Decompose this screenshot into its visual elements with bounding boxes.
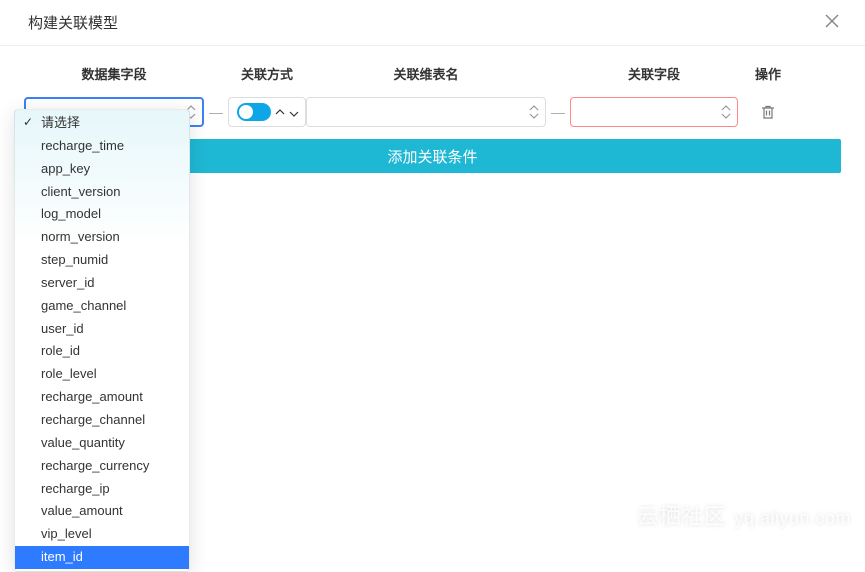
trash-icon bbox=[760, 108, 776, 123]
dropdown-item-label: item_id bbox=[41, 549, 83, 564]
watermark: 云栖社区 yq.aliyun.com bbox=[636, 499, 851, 531]
col-header-action: 操作 bbox=[738, 64, 798, 83]
dropdown-item-label: recharge_time bbox=[41, 138, 124, 153]
col-header-table: 关联维表名 bbox=[306, 64, 546, 83]
dropdown-item-label: recharge_amount bbox=[41, 389, 143, 404]
dropdown-item-label: log_model bbox=[41, 206, 101, 221]
columns-header: 数据集字段 关联方式 关联维表名 关联字段 操作 bbox=[24, 64, 841, 83]
dropdown-item[interactable]: recharge_amount bbox=[15, 386, 189, 409]
toggle-switch bbox=[237, 103, 271, 121]
dropdown-item[interactable]: recharge_channel bbox=[15, 409, 189, 432]
dropdown-item-label: recharge_currency bbox=[41, 458, 149, 473]
dropdown-item[interactable]: vip_level bbox=[15, 523, 189, 546]
dropdown-item[interactable]: client_version bbox=[15, 181, 189, 204]
dimension-table-select[interactable] bbox=[306, 97, 546, 127]
dropdown-item-label: app_key bbox=[41, 161, 90, 176]
dropdown-item[interactable]: role_id bbox=[15, 340, 189, 363]
modal-title: 构建关联模型 bbox=[28, 12, 118, 33]
close-icon bbox=[824, 13, 840, 32]
close-button[interactable] bbox=[823, 14, 841, 32]
updown-icon bbox=[721, 105, 731, 119]
dropdown-item[interactable]: recharge_currency bbox=[15, 455, 189, 478]
dropdown-item-label: step_numid bbox=[41, 252, 108, 267]
modal-header: 构建关联模型 bbox=[0, 0, 865, 46]
updown-icon bbox=[529, 105, 539, 119]
dropdown-item[interactable]: recharge_ip bbox=[15, 478, 189, 501]
dropdown-placeholder[interactable]: ✓ 请选择 bbox=[15, 112, 189, 135]
dropdown-item[interactable]: log_model bbox=[15, 203, 189, 226]
dropdown-item[interactable]: game_channel bbox=[15, 295, 189, 318]
dropdown-item[interactable]: recharge_time bbox=[15, 135, 189, 158]
dropdown-item[interactable]: role_level bbox=[15, 363, 189, 386]
action-cell bbox=[738, 104, 798, 120]
dropdown-item[interactable]: value_amount bbox=[15, 500, 189, 523]
dropdown-item-label: recharge_ip bbox=[41, 481, 110, 496]
dropdown-item[interactable]: app_key bbox=[15, 158, 189, 181]
col-header-field: 数据集字段 bbox=[24, 64, 204, 83]
dropdown-item-label: norm_version bbox=[41, 229, 120, 244]
col-header-method: 关联方式 bbox=[228, 64, 306, 83]
check-icon: ✓ bbox=[23, 114, 33, 131]
link-field-select[interactable] bbox=[570, 97, 738, 127]
dropdown-item-label: value_amount bbox=[41, 503, 123, 518]
dropdown-item-label: 请选择 bbox=[41, 115, 80, 130]
field-dropdown[interactable]: ✓ 请选择 recharge_time app_key client_versionlo… bbox=[14, 109, 190, 572]
watermark-text-2: yq.aliyun.com bbox=[734, 508, 851, 529]
dropdown-item-label: value_quantity bbox=[41, 435, 125, 450]
dropdown-item[interactable]: item_id bbox=[15, 546, 189, 569]
join-method-toggle[interactable] bbox=[228, 97, 306, 127]
dropdown-item-label: role_id bbox=[41, 343, 80, 358]
dropdown-item[interactable]: value_quantity bbox=[15, 432, 189, 455]
dash-separator: — bbox=[204, 104, 228, 120]
col-header-linkfield: 关联字段 bbox=[570, 64, 738, 83]
dropdown-item-label: client_version bbox=[41, 184, 121, 199]
dropdown-item[interactable]: server_id bbox=[15, 272, 189, 295]
dropdown-item-label: user_id bbox=[41, 321, 84, 336]
dropdown-item-label: recharge_channel bbox=[41, 412, 145, 427]
dropdown-item[interactable]: norm_version bbox=[15, 226, 189, 249]
dash-separator: — bbox=[546, 104, 570, 120]
dropdown-item-label: game_channel bbox=[41, 298, 126, 313]
dropdown-item-label: server_id bbox=[41, 275, 94, 290]
dropdown-item[interactable]: user_id bbox=[15, 318, 189, 341]
dropdown-item[interactable]: step_numid bbox=[15, 249, 189, 272]
add-condition-label: 添加关联条件 bbox=[387, 146, 477, 167]
updown-icon bbox=[275, 105, 299, 120]
watermark-text-1: 云栖社区 bbox=[636, 499, 726, 531]
dropdown-item-label: role_level bbox=[41, 366, 97, 381]
delete-button[interactable] bbox=[760, 104, 776, 120]
